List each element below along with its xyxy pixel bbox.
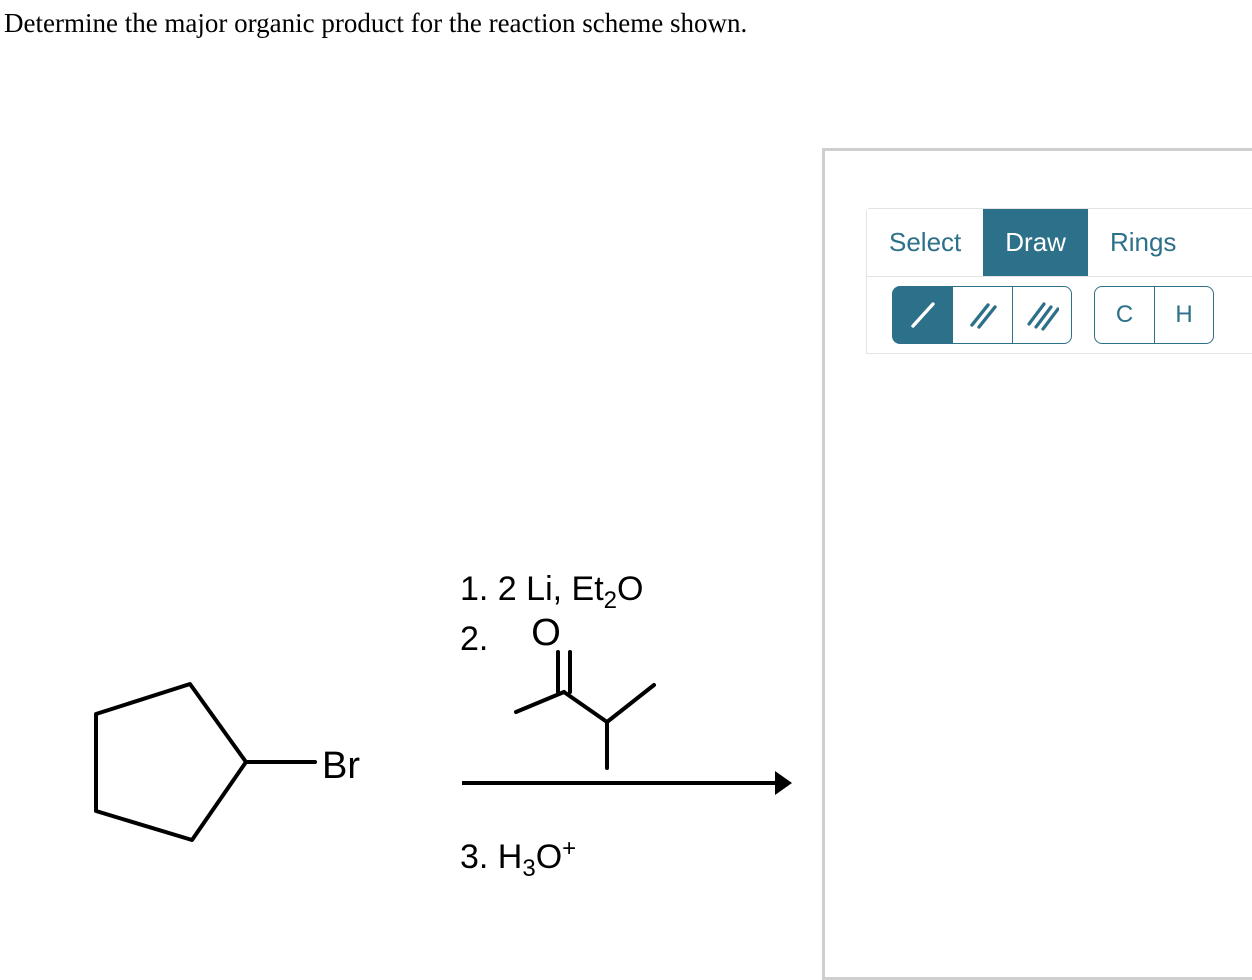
element-carbon-label: C	[1115, 301, 1134, 328]
reaction-scheme-svg: Br 1. 2 Li, Et2O 2. O 3. H3O+	[94, 570, 792, 882]
bromine-label: Br	[322, 745, 360, 787]
methyl-bond-left	[514, 690, 566, 714]
condition-step-3: 3. H3O+	[460, 835, 576, 882]
carbonyl-oxygen-label: O	[531, 612, 561, 654]
editor-tool-row: C H	[866, 276, 1252, 354]
double-bond-icon	[966, 298, 1000, 332]
tab-select-label: Select	[889, 227, 962, 257]
editor-toolbar: Select Draw Rings C H	[866, 208, 1252, 354]
tab-draw-label: Draw	[1005, 227, 1066, 257]
reactant-structure	[94, 682, 317, 842]
molecule-drawing-canvas[interactable]	[866, 406, 1252, 977]
reaction-scheme: Br 1. 2 Li, Et2O 2. O 3. H3O+	[0, 0, 820, 980]
triple-bond-button[interactable]	[1012, 286, 1072, 344]
tab-select[interactable]: Select	[867, 209, 984, 276]
molecule-editor-panel: Select Draw Rings C H	[822, 148, 1252, 980]
reaction-arrow	[462, 771, 792, 795]
reagent-ketone-structure	[514, 650, 656, 770]
bond-tool-group	[892, 286, 1072, 344]
single-bond-icon	[906, 298, 940, 332]
element-tool-group: C H	[1094, 286, 1214, 344]
condition-step-2: 2.	[460, 620, 488, 658]
element-button-hydrogen[interactable]: H	[1154, 286, 1214, 344]
triple-bond-icon	[1025, 298, 1059, 332]
tab-rings[interactable]: Rings	[1087, 209, 1199, 276]
tab-draw[interactable]: Draw	[983, 209, 1088, 276]
element-button-carbon[interactable]: C	[1094, 286, 1154, 344]
isopropyl-methyl-upper	[605, 683, 656, 724]
tab-rings-label: Rings	[1109, 227, 1177, 257]
double-bond-button[interactable]	[952, 286, 1012, 344]
condition-step-1: 1. 2 Li, Et2O	[460, 570, 643, 614]
single-bond-button[interactable]	[892, 286, 952, 344]
cyclopentane-ring	[94, 682, 248, 842]
editor-tab-strip: Select Draw Rings	[866, 208, 1252, 276]
element-hydrogen-label: H	[1175, 301, 1193, 328]
bond-to-isopropyl	[562, 690, 609, 724]
